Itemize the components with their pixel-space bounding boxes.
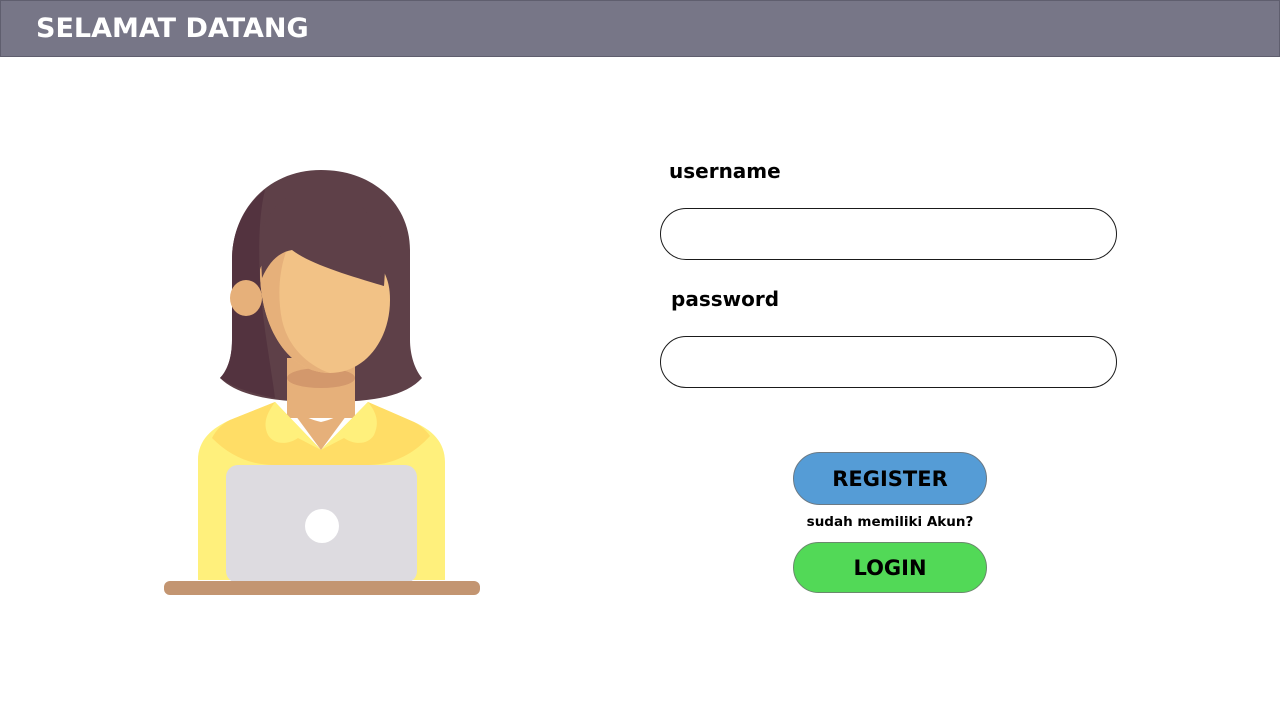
login-button[interactable]: LOGIN bbox=[793, 542, 987, 593]
password-input[interactable] bbox=[660, 336, 1117, 388]
woman-with-laptop-illustration bbox=[150, 160, 495, 605]
header-bar: SELAMAT DATANG bbox=[0, 0, 1280, 57]
register-button[interactable]: REGISTER bbox=[793, 452, 987, 505]
username-input[interactable] bbox=[660, 208, 1117, 260]
username-label: username bbox=[669, 159, 781, 183]
page-title: SELAMAT DATANG bbox=[36, 13, 309, 44]
page: SELAMAT DATANG username password REGISTE… bbox=[0, 0, 1280, 720]
password-label: password bbox=[671, 287, 780, 311]
already-have-account-text: sudah memiliki Akun? bbox=[806, 514, 974, 530]
